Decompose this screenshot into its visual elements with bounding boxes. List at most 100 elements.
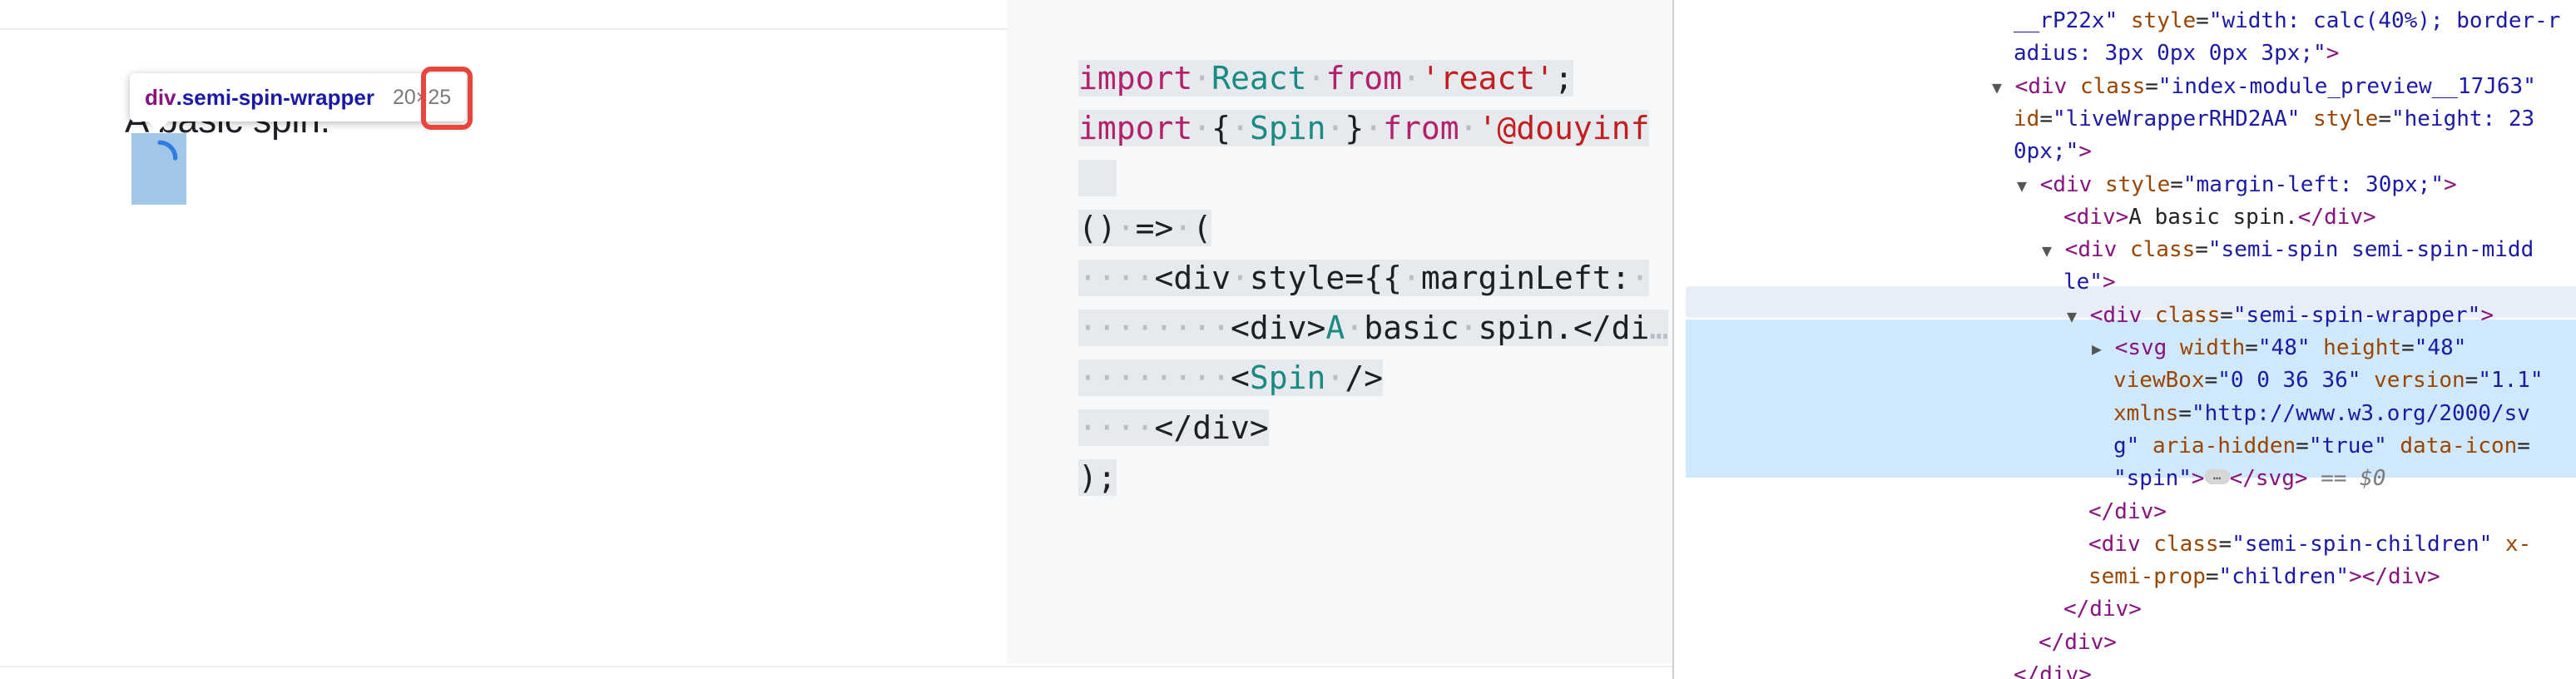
code-token: ·: [1231, 260, 1250, 296]
dom-token: data-icon: [2386, 433, 2518, 458]
dom-tree-row[interactable]: adius: 3px 0px 0px 3px;">: [2014, 37, 2339, 69]
dom-token: "children": [2218, 564, 2350, 590]
code-line: [1078, 155, 1117, 201]
code-token: from: [1325, 60, 1402, 97]
dom-token: "width: calc(40%); border-r: [2208, 8, 2561, 33]
dom-tree-row[interactable]: xmlns="http://www.w3.org/2000/sv: [2113, 398, 2530, 429]
dom-token: "48": [2414, 335, 2467, 360]
dom-token: viewBox: [2113, 368, 2205, 394]
dom-tree-row[interactable]: ▼ <div class="semi-spin semi-spin-midd: [2042, 234, 2534, 265]
code-token: <div>: [1231, 310, 1326, 346]
dom-token: "true": [2308, 433, 2387, 458]
code-token: ·: [1364, 110, 1384, 146]
dom-tree-row[interactable]: viewBox="0 0 36 36" version="1.1": [2113, 364, 2544, 396]
dom-tree-row[interactable]: semi-prop="children"></div>: [2088, 561, 2440, 592]
code-token: '@douyinf: [1478, 110, 1650, 146]
code-token: ·: [1459, 310, 1479, 346]
code-token: ;: [1554, 60, 1573, 97]
dom-token: =: [2401, 335, 2415, 360]
code-token: </div>: [1154, 409, 1269, 446]
demo-preview: A basic spin. div.semi-spin-wrapper20×25: [0, 0, 1672, 679]
dom-token: =: [2204, 368, 2218, 394]
code-token: …: [1649, 310, 1669, 346]
dom-tree-row[interactable]: ▼ <div style="margin-left: 30px;">: [2017, 169, 2457, 201]
dom-token: =: [2465, 368, 2479, 394]
dom-tree-row[interactable]: </div>: [2014, 659, 2092, 679]
dom-token: =: [2220, 302, 2233, 328]
dom-token: height: [2310, 335, 2402, 360]
code-token: (): [1078, 210, 1117, 246]
code-editor[interactable]: import·React·from·'react'; import·{·Spin·…: [1007, 0, 1672, 664]
dom-token: style: [2118, 8, 2197, 33]
dom-token: >: [2443, 171, 2457, 197]
dom-token: =: [2178, 400, 2192, 426]
dom-token: class: [2142, 302, 2221, 328]
dom-token: "http://www.w3.org/2000/sv: [2191, 400, 2530, 426]
dom-tree-row[interactable]: __rP22x" style="width: calc(40%); border…: [2014, 5, 2560, 37]
dom-token: "semi-spin-children": [2232, 531, 2493, 557]
dom-token: >: [2078, 139, 2092, 165]
code-token: ····: [1078, 409, 1155, 446]
dom-tree-row[interactable]: <div class="semi-spin-children" x-: [2088, 528, 2531, 560]
dom-token: "semi-spin semi-spin-midd: [2207, 237, 2534, 263]
spin-wrapper-highlight[interactable]: [131, 133, 186, 205]
dom-tree-row[interactable]: </div>: [2039, 627, 2117, 658]
dom-token: aria-hidden: [2139, 433, 2296, 458]
inspect-tooltip: div .semi-spin-wrapper 20×25: [130, 73, 467, 131]
code-token: ·: [1325, 110, 1345, 146]
dom-tree-row[interactable]: ▼ <div class="index-module_preview__17J6…: [1992, 71, 2536, 102]
dom-token: =: [2517, 433, 2530, 458]
dom-token: x-: [2492, 531, 2532, 557]
dom-token: style: [2092, 171, 2171, 197]
dom-token: =: [2170, 171, 2183, 197]
code-line: import·React·from·'react';: [1078, 55, 1573, 102]
expand-triangle-icon[interactable]: ▼: [2042, 240, 2052, 260]
dom-token: __rP22x": [2014, 8, 2118, 33]
code-token: ·: [1192, 110, 1212, 146]
code-token: ·: [1345, 310, 1365, 346]
code-line: ····</div>: [1078, 404, 1269, 451]
code-token: );: [1078, 459, 1117, 496]
dom-token: <div: [2014, 73, 2068, 99]
ellipsis-toggle[interactable]: …: [2204, 468, 2230, 484]
dom-token: width: [2167, 335, 2246, 360]
dom-token: g": [2113, 433, 2140, 458]
devtools-elements-panel[interactable]: __rP22x" style="width: calc(40%); border…: [1672, 0, 2576, 679]
code-token: {: [1211, 110, 1231, 146]
code-token: <: [1231, 359, 1250, 396]
dom-tree-row[interactable]: le">: [2063, 266, 2116, 298]
dom-tree-row[interactable]: g" aria-hidden="true" data-icon=: [2113, 430, 2530, 462]
dom-token: >: [2191, 466, 2205, 492]
tooltip-tag: div: [145, 84, 176, 110]
dom-token: "semi-spin-wrapper": [2232, 302, 2481, 328]
code-token: ·: [1173, 210, 1193, 246]
dom-tree-row[interactable]: <div>A basic spin.</div>: [2063, 201, 2376, 233]
dom-token: "height: 23: [2390, 106, 2535, 131]
dom-token: <div: [2089, 302, 2143, 328]
code-line: ········<div>A·basic·spin.</di…: [1078, 305, 1669, 351]
dom-tree-row[interactable]: "spin">… </svg> == $0: [2113, 463, 2385, 494]
code-line: ········<Spin·/>: [1078, 354, 1384, 401]
code-token: import: [1078, 60, 1193, 97]
dom-tree-row[interactable]: 0px;">: [2014, 136, 2092, 167]
dom-token: =: [2218, 531, 2232, 557]
code-line: );: [1078, 454, 1117, 501]
dom-token: class: [2140, 531, 2219, 557]
dom-tree-row[interactable]: </div>: [2088, 496, 2167, 528]
dom-tree-row[interactable]: ▶ <svg width="48" height="48": [2092, 332, 2466, 364]
expand-triangle-icon[interactable]: ▼: [2067, 306, 2077, 326]
dom-token: "1.1": [2478, 368, 2544, 394]
dom-tree-row[interactable]: id="liveWrapperRHD2AA" style="height: 23: [2014, 103, 2534, 135]
bottom-divider: [0, 666, 1672, 667]
dom-tree-row[interactable]: </div>: [2063, 593, 2142, 625]
expand-triangle-icon[interactable]: ▼: [1992, 77, 2002, 97]
expand-triangle-icon[interactable]: ▼: [2017, 176, 2027, 196]
code-token: React: [1211, 60, 1307, 97]
code-token: ·: [1459, 110, 1479, 146]
tooltip-class: .semi-spin-wrapper: [176, 84, 374, 110]
dom-tree-row[interactable]: ▼ <div class="semi-spin-wrapper">: [2067, 300, 2494, 331]
collapse-triangle-icon[interactable]: ▶: [2092, 339, 2102, 359]
code-token: />: [1345, 359, 1384, 396]
code-token: ········: [1078, 359, 1231, 396]
